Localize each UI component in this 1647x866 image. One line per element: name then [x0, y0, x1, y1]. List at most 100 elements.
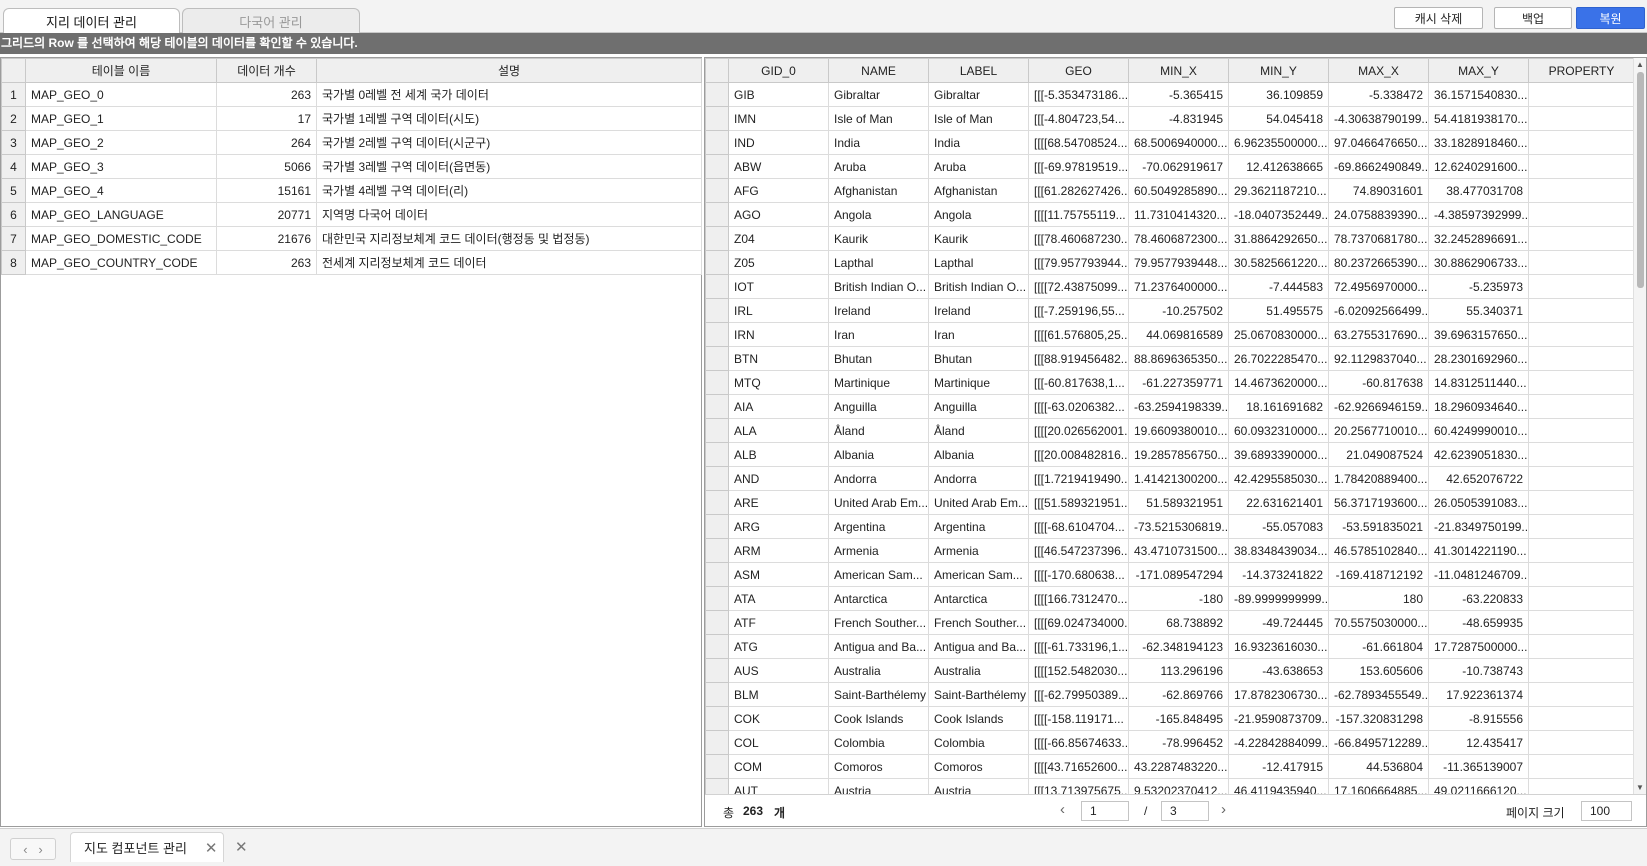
cell-data-count: 264	[216, 130, 317, 155]
tab-geo-data[interactable]: 지리 데이터 관리	[3, 8, 180, 34]
table-row[interactable]: AGO Angola Angola [[[[11.75755119... 11.7310…	[705, 202, 1634, 227]
column-header-data-count[interactable]: 데이터 개수	[216, 58, 317, 83]
cell-max-y: 33.1828918460...	[1428, 130, 1529, 155]
column-header-geo[interactable]: GEO	[1028, 58, 1129, 83]
column-header-description[interactable]: 설명	[316, 58, 702, 83]
table-row[interactable]: 2 MAP_GEO_1 17 국가별 1레벨 구역 데이터(시도)	[1, 106, 702, 131]
cell-min-y: 60.0932310000...	[1228, 418, 1329, 443]
table-row[interactable]: ALA Åland Åland [[[[20.026562001... 19.66093…	[705, 418, 1634, 443]
table-row[interactable]: ARG Argentina Argentina [[[[-68.6104704... -…	[705, 514, 1634, 539]
table-row[interactable]: MTQ Martinique Martinique [[[-60.817638,1..…	[705, 370, 1634, 395]
tab-nav-buttons[interactable]: ‹ ›	[10, 838, 56, 860]
column-header-min-x[interactable]: MIN_X	[1128, 58, 1229, 83]
table-row[interactable]: GIB Gibraltar Gibraltar [[[-5.353473186... -…	[705, 82, 1634, 107]
row-number	[705, 562, 729, 587]
table-row[interactable]: AUT Austria Austria [[[13.713975675... 9.532…	[705, 778, 1634, 794]
table-row[interactable]: ALB Albania Albania [[[20.008482816... 19.28…	[705, 442, 1634, 467]
column-header-max-x[interactable]: MAX_X	[1328, 58, 1429, 83]
cell-name: India	[828, 130, 929, 155]
cell-min-x: -171.089547294	[1128, 562, 1229, 587]
table-row[interactable]: ARE United Arab Em... United Arab Em...[[[…	[705, 490, 1634, 515]
backup-button[interactable]: 백업	[1494, 7, 1572, 29]
cell-gid-0: AGO	[728, 202, 829, 227]
table-row[interactable]: ATA Antarctica Antarctica [[[[166.7312470..…	[705, 586, 1634, 611]
next-page-icon[interactable]: ›	[1221, 801, 1226, 818]
close-tab-icon[interactable]: ✕	[205, 839, 218, 857]
data-table: GID_0 NAME LABEL GEO MIN_X MIN_Y MAX_X MAX_Y PRO…	[705, 58, 1634, 794]
table-row[interactable]: AIA Anguilla Anguilla [[[[-63.0206382... -63…	[705, 394, 1634, 419]
table-row[interactable]: 4 MAP_GEO_3 5066 국가별 3레벨 구역 데이터(읍면동)	[1, 154, 702, 179]
cell-gid-0: AFG	[728, 178, 829, 203]
table-row[interactable]: COM Comoros Comoros [[[[43.71652600... 43.22…	[705, 754, 1634, 779]
page-size-input[interactable]: 100	[1581, 801, 1632, 821]
scroll-down-icon[interactable]: ▼	[1636, 783, 1644, 792]
table-row[interactable]: Z04 Kaurik Kaurik [[[78.460687230... 78.4606…	[705, 226, 1634, 251]
row-number: 1	[1, 82, 26, 107]
cell-data-count: 17	[216, 106, 317, 131]
cell-property	[1528, 442, 1634, 467]
table-row[interactable]: 8 MAP_GEO_COUNTRY_CODE 263 전세계 지리정보체계 코드 데이…	[1, 250, 702, 275]
table-row[interactable]: AFG Afghanistan Afghanistan [[[61.282627426…	[705, 178, 1634, 203]
cell-max-y: -11.0481246709...	[1428, 562, 1529, 587]
chevron-left-icon[interactable]: ‹	[23, 842, 27, 857]
cell-min-y: 22.631621401	[1228, 490, 1329, 515]
column-header-max-y[interactable]: MAX_Y	[1428, 58, 1529, 83]
column-header-property[interactable]: PROPERTY	[1528, 58, 1634, 83]
cell-label: Bhutan	[928, 346, 1029, 371]
table-row[interactable]: BTN Bhutan Bhutan [[[88.919456482... 88.8696…	[705, 346, 1634, 371]
row-number	[705, 778, 729, 794]
table-row[interactable]: ASM American Sam... American Sam... [[[[-17…	[705, 562, 1634, 587]
table-list: 테이블 이름 데이터 개수 설명 1 MAP_GEO_0 263 국가별 0레벨 전 …	[1, 58, 702, 275]
table-row[interactable]: BLM Saint-Barthélemy Saint-Barthélemy [[[-6…	[705, 682, 1634, 707]
prev-page-icon[interactable]: ‹	[1060, 801, 1065, 818]
cache-delete-button[interactable]: 캐시 삭제	[1394, 7, 1483, 29]
table-row[interactable]: 6 MAP_GEO_LANGUAGE 20771 지역명 다국어 데이터	[1, 202, 702, 227]
table-row[interactable]: AUS Australia Australia [[[[152.5482030... 1…	[705, 658, 1634, 683]
table-row[interactable]: Z05 Lapthal Lapthal [[[79.957793944... 79.95…	[705, 250, 1634, 275]
table-row[interactable]: COL Colombia Colombia [[[[-66.85674633... -7…	[705, 730, 1634, 755]
cell-min-x: -10.257502	[1128, 298, 1229, 323]
close-all-icon[interactable]: ✕	[235, 838, 248, 856]
row-number: 6	[1, 202, 26, 227]
table-row[interactable]: ARM Armenia Armenia [[[46.547237396... 43.47…	[705, 538, 1634, 563]
table-row[interactable]: 7 MAP_GEO_DOMESTIC_CODE 21676 대한민국 지리정보체계 코…	[1, 226, 702, 251]
column-header-name[interactable]: NAME	[828, 58, 929, 83]
table-row[interactable]: ATG Antigua and Ba... Antigua and Ba...[[[…	[705, 634, 1634, 659]
table-row[interactable]: IRN Iran Iran [[[[61.576805,25... 44.0698165…	[705, 322, 1634, 347]
table-row[interactable]: COK Cook Islands Cook Islands [[[[-158.1191…	[705, 706, 1634, 731]
table-row[interactable]: ABW Aruba Aruba [[[-69.97819519... -70.06291…	[705, 154, 1634, 179]
cell-max-x: -5.338472	[1328, 82, 1429, 107]
column-header-min-y[interactable]: MIN_Y	[1228, 58, 1329, 83]
vertical-scrollbar[interactable]: ▲ ▼	[1633, 58, 1646, 794]
cell-label: United Arab Em...	[928, 490, 1029, 515]
cell-label: Aruba	[928, 154, 1029, 179]
restore-button[interactable]: 복원	[1576, 7, 1645, 29]
table-row[interactable]: ATF French Souther... French Souther...[[[…	[705, 610, 1634, 635]
cell-max-x: 70.5575030000...	[1328, 610, 1429, 635]
table-row[interactable]: 3 MAP_GEO_2 264 국가별 2레벨 구역 데이터(시군구)	[1, 130, 702, 155]
scroll-thumb[interactable]	[1637, 72, 1644, 288]
table-row[interactable]: IMN Isle of Man Isle of Man [[[-4.804723,54…	[705, 106, 1634, 131]
cell-table-name: MAP_GEO_DOMESTIC_CODE	[25, 226, 217, 251]
cell-gid-0: IRL	[728, 298, 829, 323]
column-header-gid-0[interactable]: GID_0	[728, 58, 829, 83]
table-row[interactable]: 5 MAP_GEO_4 15161 국가별 4레벨 구역 데이터(리)	[1, 178, 702, 203]
cell-table-name: MAP_GEO_COUNTRY_CODE	[25, 250, 217, 275]
cell-min-y: -18.0407352449...	[1228, 202, 1329, 227]
scroll-up-icon[interactable]: ▲	[1636, 60, 1644, 69]
table-row[interactable]: IOT British Indian O... British Indian O..…	[705, 274, 1634, 299]
table-row[interactable]: 1 MAP_GEO_0 263 국가별 0레벨 전 세계 국가 데이터	[1, 82, 702, 107]
chevron-right-icon[interactable]: ›	[38, 842, 42, 857]
table-row[interactable]: AND Andorra Andorra [[[1.7219419490... 1.414…	[705, 466, 1634, 491]
tab-multilanguage[interactable]: 다국어 관리	[182, 8, 360, 33]
current-page-input[interactable]: 1	[1081, 801, 1129, 821]
table-row[interactable]: IND India India [[[[68.54708524... 68.500694…	[705, 130, 1634, 155]
doc-tab-map-component[interactable]: 지도 컴포넌트 관리 ✕	[70, 832, 224, 862]
row-number	[705, 466, 729, 491]
table-row[interactable]: IRL Ireland Ireland [[[-7.259196,55... -10.2…	[705, 298, 1634, 323]
column-header-label[interactable]: LABEL	[928, 58, 1029, 83]
cell-min-y: 42.4295585030...	[1228, 466, 1329, 491]
cell-geo: [[[-7.259196,55...	[1028, 298, 1129, 323]
grid-viewport[interactable]: GID_0 NAME LABEL GEO MIN_X MIN_Y MAX_X MAX_Y PRO…	[705, 58, 1634, 794]
column-header-table-name[interactable]: 테이블 이름	[25, 58, 217, 83]
